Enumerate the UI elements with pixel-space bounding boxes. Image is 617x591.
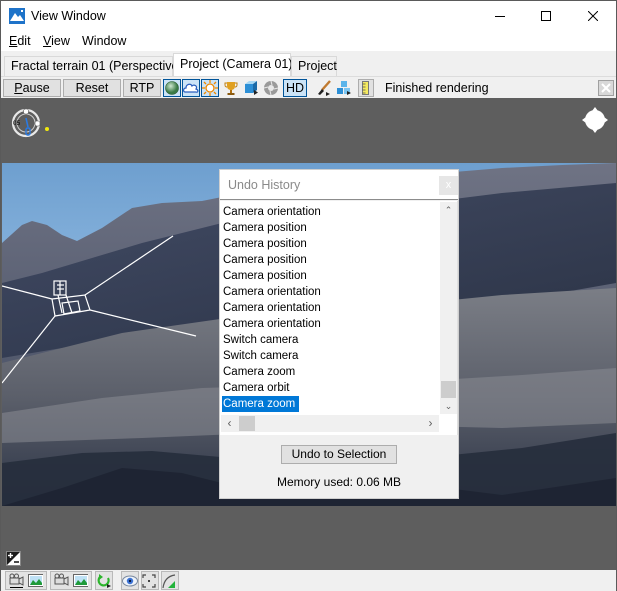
brush-icon <box>318 80 331 96</box>
sun-icon <box>202 80 218 96</box>
navigation-compass-icon[interactable]: 05 <box>11 108 41 138</box>
undo-history-item[interactable]: Camera orientation <box>222 300 325 316</box>
view-visibility-button[interactable] <box>121 571 139 590</box>
exposure-icon <box>7 552 20 565</box>
memory-used-label: Memory used: 0.06 MB <box>276 475 402 489</box>
menu-view[interactable]: View <box>43 34 70 48</box>
title-bar: View Window <box>1 1 616 31</box>
menu-bar: Edit View Window <box>1 31 616 51</box>
undo-history-item[interactable]: Switch camera <box>222 348 302 364</box>
status-dot <box>45 127 49 131</box>
refresh-icon <box>97 573 111 588</box>
sun-toggle[interactable] <box>201 79 219 97</box>
pan-control-icon[interactable] <box>581 106 609 134</box>
pause-button[interactable]: Pause <box>3 79 61 97</box>
camera-view-options-button[interactable] <box>50 571 92 590</box>
cube-export-button[interactable] <box>242 79 260 97</box>
maximize-icon <box>541 11 551 21</box>
vertical-scrollbar[interactable]: ⌃ ⌄ <box>440 202 457 414</box>
mnemonic: V <box>43 34 52 48</box>
camera-to-view-button[interactable] <box>5 571 47 590</box>
landscape-image-icon <box>72 574 88 587</box>
undo-history-item[interactable]: Camera orbit <box>222 380 293 396</box>
tab-fractal-terrain[interactable]: Fractal terrain 01 (Perspective) <box>4 56 183 76</box>
render-status: Finished rendering <box>385 81 489 95</box>
button-label: ause <box>22 81 50 95</box>
sphere-icon <box>165 81 179 95</box>
menu-edit[interactable]: Edit <box>9 34 31 48</box>
scroll-down-icon[interactable]: ⌄ <box>440 398 457 415</box>
undo-history-item[interactable]: Camera orientation <box>222 284 325 300</box>
undo-history-item[interactable]: Switch camera <box>222 332 302 348</box>
landscape-image-icon <box>27 574 43 587</box>
render-toolbar: Pause Reset RTP HD Finished rendering <box>1 76 616 98</box>
scroll-left-icon[interactable]: ‹ <box>221 415 238 432</box>
menu-window[interactable]: Window <box>82 34 126 48</box>
horizontal-scrollbar[interactable]: ‹ › <box>221 415 439 432</box>
close-icon <box>601 83 611 93</box>
undo-history-list[interactable]: Camera orientation Camera position Camera … <box>220 201 458 435</box>
menu-label: iew <box>51 34 70 48</box>
undo-history-item[interactable]: Camera position <box>222 236 311 252</box>
vertical-scroll-thumb[interactable] <box>441 381 456 398</box>
sphere-toggle[interactable] <box>163 79 181 97</box>
undo-history-item[interactable]: Camera position <box>222 252 311 268</box>
ruler-button[interactable] <box>358 79 374 97</box>
undo-history-item[interactable]: Camera zoom <box>222 396 300 412</box>
curve-icon <box>162 573 176 588</box>
horizontal-scroll-thumb[interactable] <box>239 416 255 431</box>
view-window: View Window Edit View Window Fractal ter… <box>0 0 617 591</box>
cubes-icon <box>337 81 351 95</box>
mnemonic: P <box>14 81 23 95</box>
undo-history-title: Undo History <box>228 178 301 192</box>
undo-history-panel: Undo History x Camera orientation Camera … <box>219 169 459 499</box>
undo-history-item[interactable]: Camera orientation <box>222 316 325 332</box>
undo-history-close-button[interactable]: x <box>439 176 458 195</box>
ruler-icon <box>362 81 369 95</box>
bottom-toolbar <box>1 570 616 591</box>
hd-toggle[interactable]: HD <box>283 79 307 97</box>
undo-history-header: Undo History x <box>220 170 458 200</box>
trophy-button[interactable] <box>222 79 240 97</box>
aperture-button[interactable] <box>262 79 280 97</box>
tab-project-camera[interactable]: Project (Camera 01) <box>173 53 293 76</box>
toolbar-close-button[interactable] <box>598 80 614 96</box>
refresh-button[interactable] <box>95 571 113 590</box>
curve-button[interactable] <box>161 571 179 590</box>
undo-history-item[interactable]: Camera orientation <box>222 204 325 220</box>
cube-export-icon <box>245 81 258 95</box>
app-logo-icon <box>9 8 25 24</box>
undo-to-selection-button[interactable]: Undo to Selection <box>281 445 397 464</box>
maximize-button[interactable] <box>523 1 569 31</box>
brush-button[interactable] <box>315 79 333 97</box>
menu-label: dit <box>17 34 31 48</box>
undo-history-item[interactable]: Camera position <box>222 268 311 284</box>
reset-button[interactable]: Reset <box>63 79 121 97</box>
camera-icon <box>54 573 69 586</box>
eye-icon <box>122 575 138 586</box>
exposure-button[interactable] <box>6 551 21 566</box>
rtp-button[interactable]: RTP <box>123 79 161 97</box>
camera-icon <box>9 573 24 588</box>
minimize-icon <box>495 16 505 17</box>
tab-project[interactable]: Project <box>291 56 337 76</box>
clouds-toggle[interactable] <box>182 79 200 97</box>
close-icon <box>588 11 598 21</box>
frame-icon <box>142 573 156 588</box>
aperture-icon <box>263 80 279 96</box>
trophy-icon <box>224 82 238 95</box>
minimize-button[interactable] <box>477 1 523 31</box>
window-title: View Window <box>31 9 106 23</box>
scroll-right-icon[interactable]: › <box>422 415 439 432</box>
cloud-icon <box>183 83 199 93</box>
cubes-button[interactable] <box>335 79 353 97</box>
undo-history-item[interactable]: Camera zoom <box>222 364 299 380</box>
undo-history-item[interactable]: Camera position <box>222 220 311 236</box>
compass-label: 05 <box>13 120 21 127</box>
frame-button[interactable] <box>141 571 159 590</box>
close-button[interactable] <box>570 1 616 31</box>
scroll-up-icon[interactable]: ⌃ <box>440 202 457 219</box>
tab-bar: Fractal terrain 01 (Perspective) Project… <box>1 51 616 76</box>
